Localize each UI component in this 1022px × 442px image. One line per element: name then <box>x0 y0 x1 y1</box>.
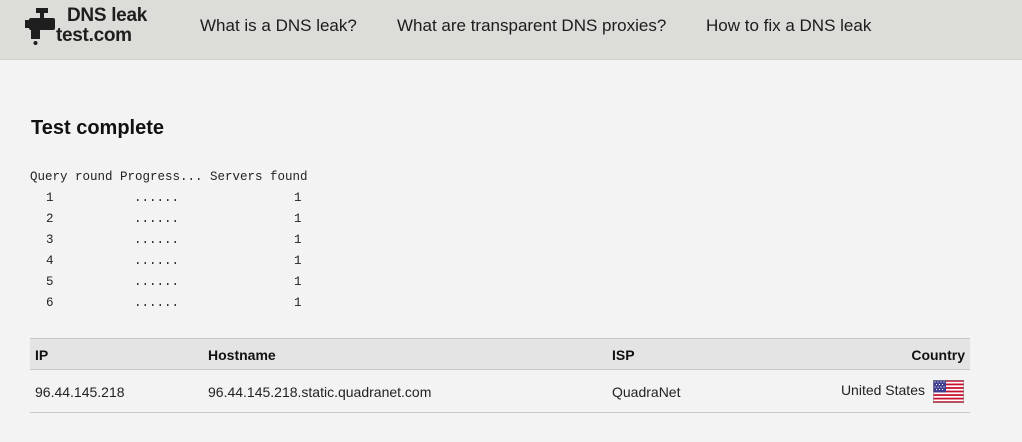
column-header-ip: IP <box>35 347 49 363</box>
faucet-icon <box>25 8 55 45</box>
query-round-servers: 1 <box>294 233 302 247</box>
table-row: 96.44.145.218 96.44.145.218.static.quadr… <box>30 370 970 413</box>
query-round-number: 2 <box>46 212 54 226</box>
column-header-hostname: Hostname <box>208 347 276 363</box>
top-navigation-bar: DNS leak test.com What is a DNS leak? Wh… <box>0 0 1022 60</box>
page-title: Test complete <box>31 117 164 139</box>
country-cell: United States <box>840 382 925 398</box>
query-round-row: 6 ...... 1 <box>30 294 360 312</box>
column-header-isp: ISP <box>612 347 635 363</box>
query-round-row: 4 ...... 1 <box>30 252 360 270</box>
query-table-header: Query round Progress... Servers found <box>30 170 308 184</box>
nav-link-what-is-dns-leak[interactable]: What is a DNS leak? <box>200 16 357 36</box>
query-round-progress: ...... <box>134 275 180 289</box>
query-round-servers: 1 <box>294 275 302 289</box>
query-round-progress: ...... <box>134 212 180 226</box>
query-round-servers: 1 <box>294 191 302 205</box>
query-round-progress: ...... <box>134 296 180 310</box>
isp-cell: QuadraNet <box>612 384 681 400</box>
query-round-servers: 1 <box>294 212 302 226</box>
nav-link-how-to-fix[interactable]: How to fix a DNS leak <box>706 16 871 36</box>
site-logo[interactable]: DNS leak test.com <box>25 5 160 49</box>
query-round-row: 2 ...... 1 <box>30 210 360 228</box>
query-round-progress: ...... <box>134 191 180 205</box>
query-round-row: 5 ...... 1 <box>30 273 360 291</box>
query-round-number: 4 <box>46 254 54 268</box>
query-round-servers: 1 <box>294 296 302 310</box>
logo-text-line1: DNS leak <box>67 5 147 26</box>
query-round-progress: ...... <box>134 233 180 247</box>
query-round-number: 3 <box>46 233 54 247</box>
query-round-number: 6 <box>46 296 54 310</box>
query-round-row: 3 ...... 1 <box>30 231 360 249</box>
logo-text-line2: test.com <box>56 25 132 46</box>
query-round-number: 1 <box>46 191 54 205</box>
results-table-header: IP Hostname ISP Country <box>30 338 970 370</box>
query-round-number: 5 <box>46 275 54 289</box>
column-header-country: Country <box>911 347 965 363</box>
hostname-cell: 96.44.145.218.static.quadranet.com <box>208 384 432 400</box>
us-flag-icon <box>933 380 964 403</box>
query-round-row: 1 ...... 1 <box>30 189 360 207</box>
nav-link-transparent-dns-proxies[interactable]: What are transparent DNS proxies? <box>397 16 666 36</box>
query-round-servers: 1 <box>294 254 302 268</box>
query-round-progress: ...... <box>134 254 180 268</box>
ip-cell: 96.44.145.218 <box>35 384 125 400</box>
